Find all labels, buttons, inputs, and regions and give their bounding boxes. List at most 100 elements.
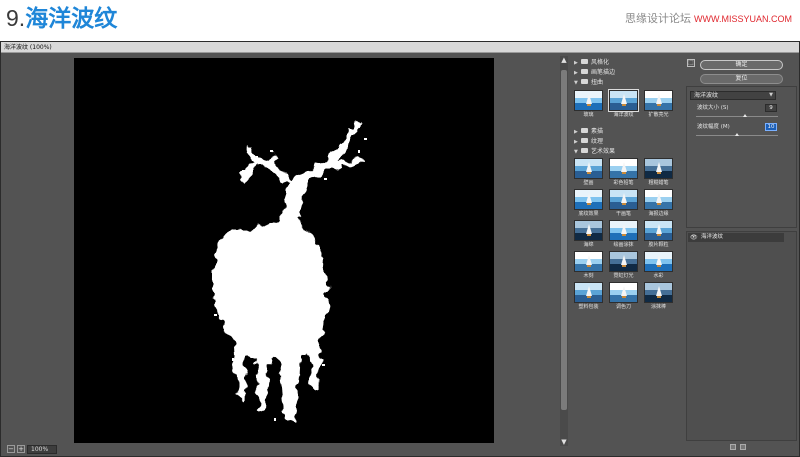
tutorial-header: 9.海洋波纹 思缘设计论坛 WWW.MISSYUAN.COM bbox=[0, 0, 800, 40]
watermark-site: WWW.MISSYUAN.COM bbox=[694, 14, 792, 24]
ripple-magnitude-label: 波纹幅度 (M) bbox=[697, 124, 730, 130]
filter-thumbnail[interactable]: 海报边缘 bbox=[644, 189, 673, 219]
ripple-magnitude-slider-knob[interactable] bbox=[735, 133, 739, 136]
filter-thumbnail[interactable]: 海绵 bbox=[574, 220, 603, 250]
filter-thumbnail-label: 霓虹灯光 bbox=[613, 273, 634, 279]
filter-thumbnail[interactable]: 水彩 bbox=[644, 251, 673, 281]
filter-thumbnail-label: 调色刀 bbox=[615, 304, 631, 310]
zoom-select[interactable]: 100% bbox=[27, 445, 57, 454]
filter-preview-image[interactable] bbox=[609, 189, 638, 210]
filter-thumbnail-label: 底纹效果 bbox=[578, 211, 599, 217]
effect-layer-row[interactable]: 👁 海洋波纹 bbox=[688, 233, 784, 242]
filter-preview-image[interactable] bbox=[574, 90, 603, 111]
filter-list-scrollbar[interactable]: ▲ ▼ bbox=[560, 56, 568, 446]
filter-thumbnail-label: 壁画 bbox=[583, 180, 594, 186]
zoom-out-button[interactable]: − bbox=[7, 445, 15, 453]
filter-thumbnail[interactable]: 干画笔 bbox=[609, 189, 638, 219]
settings-panel: ⬚ 确定 复位 海洋波纹 ▼ 波纹大小 (S) 9 波纹幅度 (M) 10 👁 … bbox=[684, 54, 799, 454]
category-texture[interactable]: ▶ 纹理 bbox=[574, 137, 603, 147]
filter-preview-image[interactable] bbox=[609, 282, 638, 303]
filter-thumbnail[interactable]: 海洋波纹 bbox=[608, 89, 639, 120]
artistic-thumbnails: 壁画 彩色铅笔 粗糙蜡笔底纹效果 干画笔 海报边缘海绵 绘画涂抹 胶片颗粒木刻 霓虹灯光 水彩塑… bbox=[574, 158, 680, 318]
filter-thumbnail[interactable]: 玻璃 bbox=[574, 90, 603, 120]
filter-preview-image[interactable] bbox=[609, 251, 638, 272]
filter-preview-image[interactable] bbox=[574, 158, 603, 179]
filter-preview-image[interactable] bbox=[644, 90, 673, 111]
filter-thumbnail-label: 玻璃 bbox=[583, 112, 594, 118]
reset-button[interactable]: 复位 bbox=[700, 74, 783, 84]
category-artistic[interactable]: ▼ 艺术效果 bbox=[574, 147, 615, 157]
window-titlebar[interactable]: 海洋波纹 (100%) bbox=[1, 42, 799, 53]
deer-silhouette-image bbox=[212, 124, 367, 422]
category-distort[interactable]: ▼ 扭曲 bbox=[574, 78, 603, 88]
filter-thumbnail[interactable]: 粗糙蜡笔 bbox=[644, 158, 673, 188]
filter-thumbnail[interactable]: 涂抹棒 bbox=[644, 282, 673, 312]
filter-preview-image[interactable] bbox=[574, 220, 603, 241]
filter-preview-image[interactable] bbox=[609, 158, 638, 179]
ok-button[interactable]: 确定 bbox=[700, 60, 783, 70]
eye-icon[interactable]: 👁 bbox=[690, 233, 698, 242]
distort-thumbnails: 玻璃 海洋波纹 扩散亮光 bbox=[574, 89, 680, 124]
preview-area bbox=[5, 54, 566, 443]
filter-preview-image[interactable] bbox=[644, 220, 673, 241]
folder-icon bbox=[581, 128, 588, 133]
filter-thumbnail[interactable]: 塑料包装 bbox=[574, 282, 603, 312]
effect-layers-list: 👁 海洋波纹 bbox=[686, 231, 797, 441]
ripple-magnitude-input[interactable]: 10 bbox=[765, 123, 777, 131]
scroll-up-arrow-icon[interactable]: ▲ bbox=[560, 56, 568, 64]
watermark-cn: 思缘设计论坛 bbox=[625, 12, 691, 25]
filter-gallery-window: 海洋波纹 (100%) ▲ ▼ − + 100% ▶ 风格化 ▶ 画笔描边 ▼ … bbox=[0, 41, 800, 457]
category-stylize[interactable]: ▶ 风格化 bbox=[574, 58, 609, 68]
collapsed-triangle-icon: ▶ bbox=[574, 139, 578, 145]
collapsed-triangle-icon: ▶ bbox=[574, 60, 578, 66]
filter-preview-image[interactable] bbox=[574, 251, 603, 272]
watermark: 思缘设计论坛 WWW.MISSYUAN.COM bbox=[625, 10, 792, 26]
folder-icon bbox=[581, 59, 588, 64]
filter-preview-image[interactable] bbox=[644, 251, 673, 272]
ripple-size-slider[interactable] bbox=[696, 114, 778, 117]
step-name: 海洋波纹 bbox=[25, 6, 118, 32]
ripple-size-input[interactable]: 9 bbox=[765, 104, 777, 112]
ripple-magnitude-slider[interactable] bbox=[696, 133, 778, 136]
folder-open-icon bbox=[581, 148, 588, 153]
filter-thumbnail-label: 海洋波纹 bbox=[613, 112, 634, 118]
expanded-triangle-icon: ▼ bbox=[574, 80, 578, 86]
folder-icon bbox=[581, 138, 588, 143]
filter-thumbnail-label: 干画笔 bbox=[615, 211, 631, 217]
filter-thumbnail[interactable]: 绘画涂抹 bbox=[609, 220, 638, 250]
expanded-triangle-icon: ▼ bbox=[574, 149, 578, 155]
filter-thumbnail[interactable]: 底纹效果 bbox=[574, 189, 603, 219]
category-brush-strokes[interactable]: ▶ 画笔描边 bbox=[574, 68, 615, 78]
filter-thumbnail-label: 海绵 bbox=[583, 242, 594, 248]
filter-thumbnail[interactable]: 霓虹灯光 bbox=[609, 251, 638, 281]
filter-thumbnail[interactable]: 扩散亮光 bbox=[644, 90, 673, 120]
filter-preview-image[interactable] bbox=[644, 158, 673, 179]
ripple-size-slider-knob[interactable] bbox=[743, 114, 748, 117]
filter-preview-image[interactable] bbox=[574, 189, 603, 210]
filter-preview-image[interactable] bbox=[644, 189, 673, 210]
new-effect-layer-icon[interactable] bbox=[730, 444, 736, 450]
filter-thumbnail[interactable]: 调色刀 bbox=[609, 282, 638, 312]
filter-thumbnail-label: 涂抹棒 bbox=[650, 304, 666, 310]
delete-effect-layer-icon[interactable] bbox=[740, 444, 746, 450]
chevron-down-icon: ▼ bbox=[769, 92, 773, 98]
effect-layer-label: 海洋波纹 bbox=[701, 234, 724, 240]
filter-thumbnail[interactable]: 胶片颗粒 bbox=[644, 220, 673, 250]
filter-thumbnail[interactable]: 彩色铅笔 bbox=[609, 158, 638, 188]
scrollbar-thumb[interactable] bbox=[561, 70, 567, 410]
filter-thumbnail-label: 彩色铅笔 bbox=[613, 180, 634, 186]
collapse-panel-icon[interactable]: ⬚ bbox=[687, 59, 695, 67]
filter-preview-image[interactable] bbox=[574, 282, 603, 303]
category-sketch[interactable]: ▶ 素描 bbox=[574, 127, 603, 137]
preview-canvas[interactable] bbox=[74, 58, 494, 443]
filter-thumbnail-label: 绘画涂抹 bbox=[613, 242, 634, 248]
filter-thumbnail-label: 胶片颗粒 bbox=[648, 242, 669, 248]
filter-preview-image[interactable] bbox=[608, 89, 639, 112]
filter-select[interactable]: 海洋波纹 ▼ bbox=[690, 91, 776, 100]
zoom-in-button[interactable]: + bbox=[17, 445, 25, 453]
filter-list-panel: ▶ 风格化 ▶ 画笔描边 ▼ 扭曲 玻璃 海洋波纹 扩散亮光 ▶ 素描 ▶ 纹理 ▼ 艺术效果 … bbox=[570, 54, 682, 454]
filter-preview-image[interactable] bbox=[644, 282, 673, 303]
filter-preview-image[interactable] bbox=[609, 220, 638, 241]
filter-thumbnail[interactable]: 木刻 bbox=[574, 251, 603, 281]
filter-thumbnail[interactable]: 壁画 bbox=[574, 158, 603, 188]
